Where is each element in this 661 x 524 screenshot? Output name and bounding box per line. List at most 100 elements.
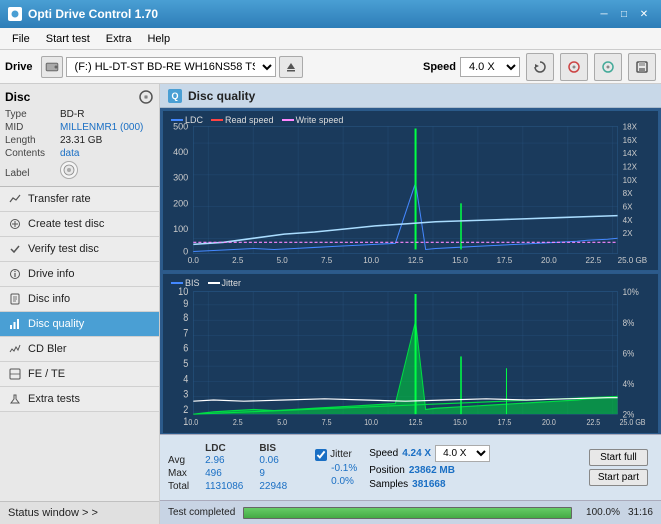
disc-section-label: Disc xyxy=(5,90,30,104)
svg-text:5.0: 5.0 xyxy=(277,256,289,265)
svg-text:25.0 GB: 25.0 GB xyxy=(620,417,646,427)
minimize-button[interactable]: ─ xyxy=(595,6,613,22)
sidebar: Disc Type BD-R MID MILLENMR1 (000) Lengt… xyxy=(0,84,160,524)
menu-file[interactable]: File xyxy=(4,31,38,47)
save-button[interactable] xyxy=(628,53,656,81)
svg-text:9: 9 xyxy=(183,298,189,310)
extra-tests-label: Extra tests xyxy=(28,393,80,405)
speed-select-stats[interactable]: 4.0 X xyxy=(435,445,490,462)
sidebar-item-verify-test-disc[interactable]: Verify test disc xyxy=(0,237,159,262)
progress-bar xyxy=(243,507,572,519)
svg-text:7: 7 xyxy=(183,328,188,340)
jitter-checkbox-row: Jitter xyxy=(315,449,357,461)
start-full-button[interactable]: Start full xyxy=(589,449,648,466)
jitter-legend-color xyxy=(208,282,220,284)
status-window-button[interactable]: Status window > > xyxy=(0,501,159,524)
drive-info-label: Drive info xyxy=(28,268,74,280)
svg-text:12.5: 12.5 xyxy=(409,417,423,427)
create-test-disc-icon xyxy=(8,217,22,231)
ldc-chart-svg: 500 400 300 200 100 0 18X 16X 14X 12X 10… xyxy=(163,111,658,270)
svg-text:10X: 10X xyxy=(623,176,638,185)
disc-info-label: Disc info xyxy=(28,293,70,305)
svg-text:0.0: 0.0 xyxy=(188,256,200,265)
progress-area: Test completed 100.0% 31:16 xyxy=(160,500,661,524)
start-part-button[interactable]: Start part xyxy=(589,469,648,486)
speed-label: Speed xyxy=(369,448,398,459)
max-bis: 9 xyxy=(259,467,303,480)
drive-selector-area: (F:) HL-DT-ST BD-RE WH16NS58 TST4 xyxy=(41,56,413,78)
stats-avg-row: Avg 2.96 0.06 xyxy=(168,454,303,467)
disc-button-1[interactable] xyxy=(560,53,588,81)
sidebar-nav: Transfer rate Create test disc Verify te… xyxy=(0,187,159,501)
close-button[interactable]: ✕ xyxy=(635,6,653,22)
svg-text:5: 5 xyxy=(183,358,189,370)
write-speed-legend-color xyxy=(282,119,294,121)
jitter-checkbox[interactable] xyxy=(315,449,327,461)
bis-legend-text: BIS xyxy=(185,278,200,288)
menu-extra[interactable]: Extra xyxy=(98,31,140,47)
svg-text:18X: 18X xyxy=(623,122,638,131)
speed-select[interactable]: 4.0 X 1.0 X 2.0 X 6.0 X 8.0 X xyxy=(460,57,520,77)
jitter-checkbox-label: Jitter xyxy=(330,449,352,460)
progress-status-label: Test completed xyxy=(168,507,235,518)
extra-tests-icon xyxy=(8,392,22,406)
col-header-bis: BIS xyxy=(259,443,303,454)
disc-section: Disc Type BD-R MID MILLENMR1 (000) Lengt… xyxy=(0,84,159,187)
main-layout: Disc Type BD-R MID MILLENMR1 (000) Lengt… xyxy=(0,84,661,524)
menu-start-test[interactable]: Start test xyxy=(38,31,98,47)
disc-quality-header-icon: Q xyxy=(168,89,182,103)
svg-text:15.0: 15.0 xyxy=(452,256,468,265)
charts-area: LDC Read speed Write speed xyxy=(160,108,661,434)
transfer-rate-label: Transfer rate xyxy=(28,193,91,205)
disc-type-value: BD-R xyxy=(60,109,84,120)
disc-info-icon xyxy=(8,292,22,306)
fe-te-label: FE / TE xyxy=(28,368,65,380)
stats-table: LDC BIS Avg 2.96 0.06 Max xyxy=(168,443,303,493)
sidebar-item-disc-quality[interactable]: Disc quality xyxy=(0,312,159,337)
total-bis: 22948 xyxy=(259,480,303,493)
svg-text:2: 2 xyxy=(183,404,188,416)
cd-bler-icon xyxy=(8,342,22,356)
window-controls: ─ □ ✕ xyxy=(595,6,653,22)
drive-select[interactable]: (F:) HL-DT-ST BD-RE WH16NS58 TST4 xyxy=(66,57,276,77)
sidebar-item-extra-tests[interactable]: Extra tests xyxy=(0,387,159,412)
jitter-legend-item: Jitter xyxy=(208,278,242,288)
refresh-button[interactable] xyxy=(526,53,554,81)
verify-test-disc-label: Verify test disc xyxy=(28,243,99,255)
sidebar-item-transfer-rate[interactable]: Transfer rate xyxy=(0,187,159,212)
drive-info-icon xyxy=(8,267,22,281)
ldc-chart-wrapper: LDC Read speed Write speed xyxy=(160,108,661,271)
read-speed-legend-text: Read speed xyxy=(225,115,274,125)
svg-text:5.0: 5.0 xyxy=(277,417,287,427)
svg-text:4: 4 xyxy=(183,374,189,386)
speed-label: Speed xyxy=(423,61,456,73)
svg-text:200: 200 xyxy=(173,198,188,208)
disc-quality-icon xyxy=(8,317,22,331)
bis-chart-svg: 10 9 8 7 6 5 4 3 2 1 10% 8% 6% xyxy=(163,274,658,433)
sidebar-item-drive-info[interactable]: Drive info xyxy=(0,262,159,287)
sidebar-item-fe-te[interactable]: FE / TE xyxy=(0,362,159,387)
disc-button-2[interactable] xyxy=(594,53,622,81)
create-test-disc-label: Create test disc xyxy=(28,218,104,230)
eject-button[interactable] xyxy=(279,56,303,78)
maximize-button[interactable]: □ xyxy=(615,6,633,22)
svg-text:22.5: 22.5 xyxy=(585,256,601,265)
disc-contents-value: data xyxy=(60,148,79,159)
position-row: Position 23862 MB xyxy=(369,465,490,476)
avg-bis: 0.06 xyxy=(259,454,303,467)
disc-contents-row: Contents data xyxy=(5,148,154,159)
drive-icon xyxy=(41,56,63,78)
verify-test-disc-icon xyxy=(8,242,22,256)
sidebar-item-cd-bler[interactable]: CD Bler xyxy=(0,337,159,362)
window-title: Opti Drive Control 1.70 xyxy=(28,7,158,21)
svg-text:10%: 10% xyxy=(623,287,639,298)
menu-help[interactable]: Help xyxy=(139,31,178,47)
fe-te-icon xyxy=(8,367,22,381)
label-icon-button[interactable] xyxy=(60,161,78,179)
drive-label: Drive xyxy=(5,61,33,73)
sidebar-item-create-test-disc[interactable]: Create test disc xyxy=(0,212,159,237)
sidebar-item-disc-info[interactable]: Disc info xyxy=(0,287,159,312)
col-header-empty xyxy=(168,443,205,454)
write-speed-legend-text: Write speed xyxy=(296,115,344,125)
disc-length-row: Length 23.31 GB xyxy=(5,135,154,146)
